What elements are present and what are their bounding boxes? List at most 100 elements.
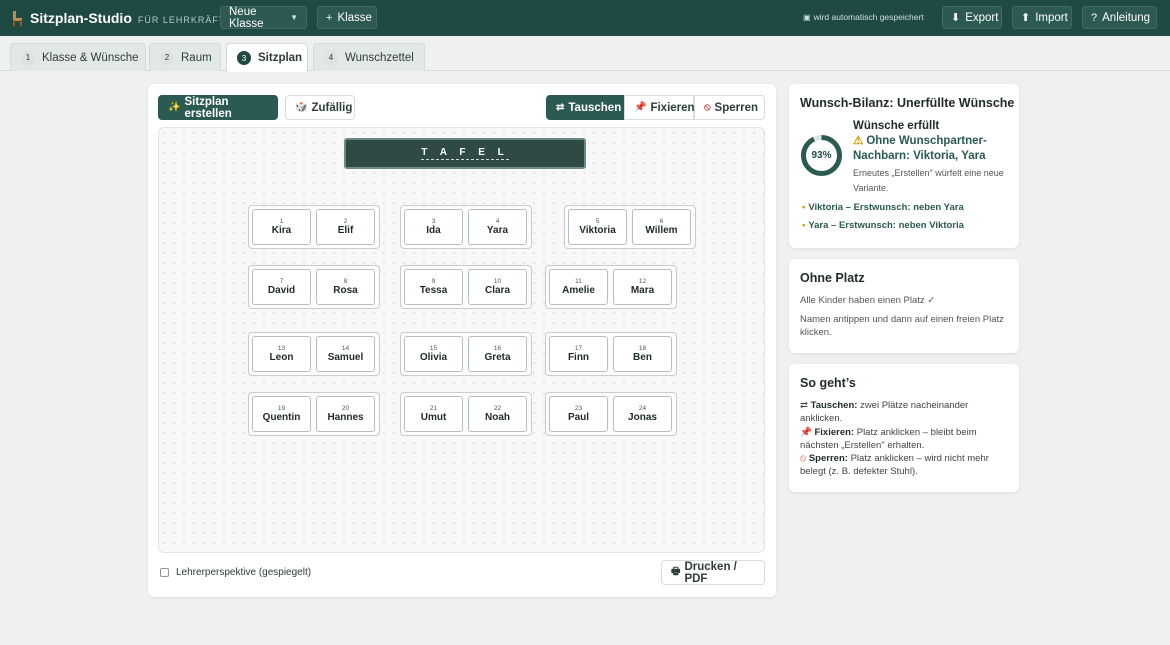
tab-raum[interactable]: 2 Raum <box>149 43 221 71</box>
chevron-down-icon: ▼ <box>290 13 298 22</box>
class-select[interactable]: Neue Klasse ▼ <box>220 6 307 30</box>
seat-number: 14 <box>341 345 350 352</box>
student-name: Olivia <box>419 352 448 363</box>
student-name: Mara <box>630 285 655 296</box>
tab-label: Raum <box>181 51 212 64</box>
forbidden-icon: ⦸ <box>800 453 807 464</box>
seat[interactable]: 12 Mara <box>613 269 672 305</box>
checkbox[interactable] <box>160 568 169 577</box>
forbidden-icon: ⦸ <box>704 102 711 113</box>
seat[interactable]: 7 David <box>252 269 311 305</box>
student-name: Clara <box>484 285 510 296</box>
seat[interactable]: 16 Greta <box>468 336 527 372</box>
tab-number: 4 <box>324 50 338 65</box>
plus-icon: + <box>326 11 333 24</box>
seat[interactable]: 13 Leon <box>252 336 311 372</box>
unseated-title: Ohne Platz <box>800 271 865 285</box>
step-tabs: 1 Klasse & Wünsche 2 Raum 3 Sitzplan 4 W… <box>0 36 1170 72</box>
teacher-perspective-toggle[interactable]: Lehrerperspektive (gespiegelt) <box>160 567 311 578</box>
seat[interactable]: 2 Elif <box>316 209 375 245</box>
seat[interactable]: 10 Clara <box>468 269 527 305</box>
tab-klasse[interactable]: 1 Klasse & Wünsche <box>10 43 146 71</box>
tab-label: Klasse & Wünsche <box>42 51 139 64</box>
list-item: • Viktoria – Erstwunsch: neben Yara <box>802 202 1012 214</box>
brand: Sitzplan-Studio FÜR LEHRKRÄFTE <box>10 10 232 27</box>
seat-number: 1 <box>279 218 284 225</box>
seat[interactable]: 6 Willem <box>632 209 691 245</box>
howto-block: ⦸ Sperren: Platz anklicken – wird nicht … <box>800 452 1008 478</box>
seat-number: 7 <box>279 278 284 285</box>
seat-number: 8 <box>343 278 348 285</box>
seat[interactable]: 15 Olivia <box>404 336 463 372</box>
howto-title: So geht’s <box>800 376 856 390</box>
fix-label: Fixieren <box>650 101 695 114</box>
bullet-icon: • <box>802 202 806 213</box>
export-button[interactable]: ⬇ Export <box>942 6 1002 29</box>
app-subtitle: FÜR LEHRKRÄFTE <box>137 14 233 25</box>
dice-icon: 🎲 <box>295 102 308 113</box>
export-label: Export <box>965 11 999 24</box>
guide-button[interactable]: ? Anleitung <box>1082 6 1157 29</box>
seat[interactable]: 24 Jonas <box>613 396 672 432</box>
swap-mode-button[interactable]: ⇄ Tauschen <box>546 95 624 120</box>
download-icon: ⬇ <box>951 12 961 24</box>
seating-panel: ✨ Sitzplan erstellen 🎲 Zufällig ⇄ Tausch… <box>148 84 776 597</box>
printer-icon: 🖶 <box>671 566 681 577</box>
desk: 7 David 8 Rosa <box>248 265 380 309</box>
desk: 17 Finn 18 Ben <box>545 332 677 376</box>
seat[interactable]: 3 Ida <box>404 209 463 245</box>
seat-number: 16 <box>493 345 502 352</box>
seat[interactable]: 1 Kira <box>252 209 311 245</box>
seat-number: 19 <box>277 405 286 412</box>
seat[interactable]: 4 Yara <box>468 209 527 245</box>
block-label: Sperren <box>714 101 758 114</box>
app-title: Sitzplan-Studio <box>30 10 132 26</box>
seat-number: 20 <box>341 405 350 412</box>
warning-text: ⚠ Ohne Wunschpartner-Nachbarn: Viktoria, … <box>853 134 1005 164</box>
seat[interactable]: 17 Finn <box>549 336 608 372</box>
unseated-hint: Namen antippen und dann auf einen freien… <box>800 314 1004 338</box>
student-name: Willem <box>645 225 678 236</box>
add-class-button[interactable]: + Klasse <box>317 6 377 29</box>
add-class-label: Klasse <box>337 11 372 24</box>
seat[interactable]: 21 Umut <box>404 396 463 432</box>
howto-fix-label: Fixieren: <box>814 427 855 438</box>
block-mode-button[interactable]: ⦸ Sperren <box>694 95 765 120</box>
seat[interactable]: 23 Paul <box>549 396 608 432</box>
wish-balance-title: Wunsch-Bilanz: Unerfüllte Wünsche <box>800 96 1015 110</box>
howto-block-label: Sperren: <box>808 453 848 464</box>
seat[interactable]: 18 Ben <box>613 336 672 372</box>
seat[interactable]: 11 Amelie <box>549 269 608 305</box>
upload-icon: ⬆ <box>1021 12 1031 24</box>
desk: 23 Paul 24 Jonas <box>545 392 677 436</box>
fix-mode-button[interactable]: 📌 Fixieren <box>624 95 695 120</box>
bullet-icon: • <box>802 220 806 231</box>
fulfilled-percent: 93% <box>811 150 832 161</box>
desk: 3 Ida 4 Yara <box>400 205 532 249</box>
teacher-perspective-label: Lehrerperspektive (gespiegelt) <box>176 567 312 578</box>
pin-icon: 📌 <box>634 102 647 113</box>
tab-wunschzettel[interactable]: 4 Wunschzettel <box>313 43 425 71</box>
seat[interactable]: 19 Quentin <box>252 396 311 432</box>
print-button[interactable]: 🖶 Drucken / PDF <box>661 560 765 585</box>
seat[interactable]: 8 Rosa <box>316 269 375 305</box>
seat[interactable]: 20 Hannes <box>316 396 375 432</box>
seat-number: 5 <box>595 218 600 225</box>
desk: 15 Olivia 16 Greta <box>400 332 532 376</box>
import-button[interactable]: ⬆ Import <box>1012 6 1072 29</box>
unfulfilled-wish: Yara – Erstwunsch: neben Viktoria <box>808 220 964 231</box>
student-name: Viktoria <box>579 225 616 236</box>
seat[interactable]: 22 Noah <box>468 396 527 432</box>
swap-icon: ⇄ <box>800 400 808 411</box>
student-name: Ida <box>426 225 441 236</box>
seat[interactable]: 9 Tessa <box>404 269 463 305</box>
howto-card: So geht’s ⇄ Tauschen: zwei Plätze nachei… <box>789 364 1019 492</box>
tab-sitzplan[interactable]: 3 Sitzplan <box>226 43 308 72</box>
seat[interactable]: 5 Viktoria <box>568 209 627 245</box>
desk: 1 Kira 2 Elif <box>248 205 380 249</box>
create-plan-button[interactable]: ✨ Sitzplan erstellen <box>158 95 278 120</box>
random-button[interactable]: 🎲 Zufällig <box>285 95 355 120</box>
student-name: Umut <box>420 412 447 423</box>
save-icon: ▣ <box>803 12 811 22</box>
seat[interactable]: 14 Samuel <box>316 336 375 372</box>
